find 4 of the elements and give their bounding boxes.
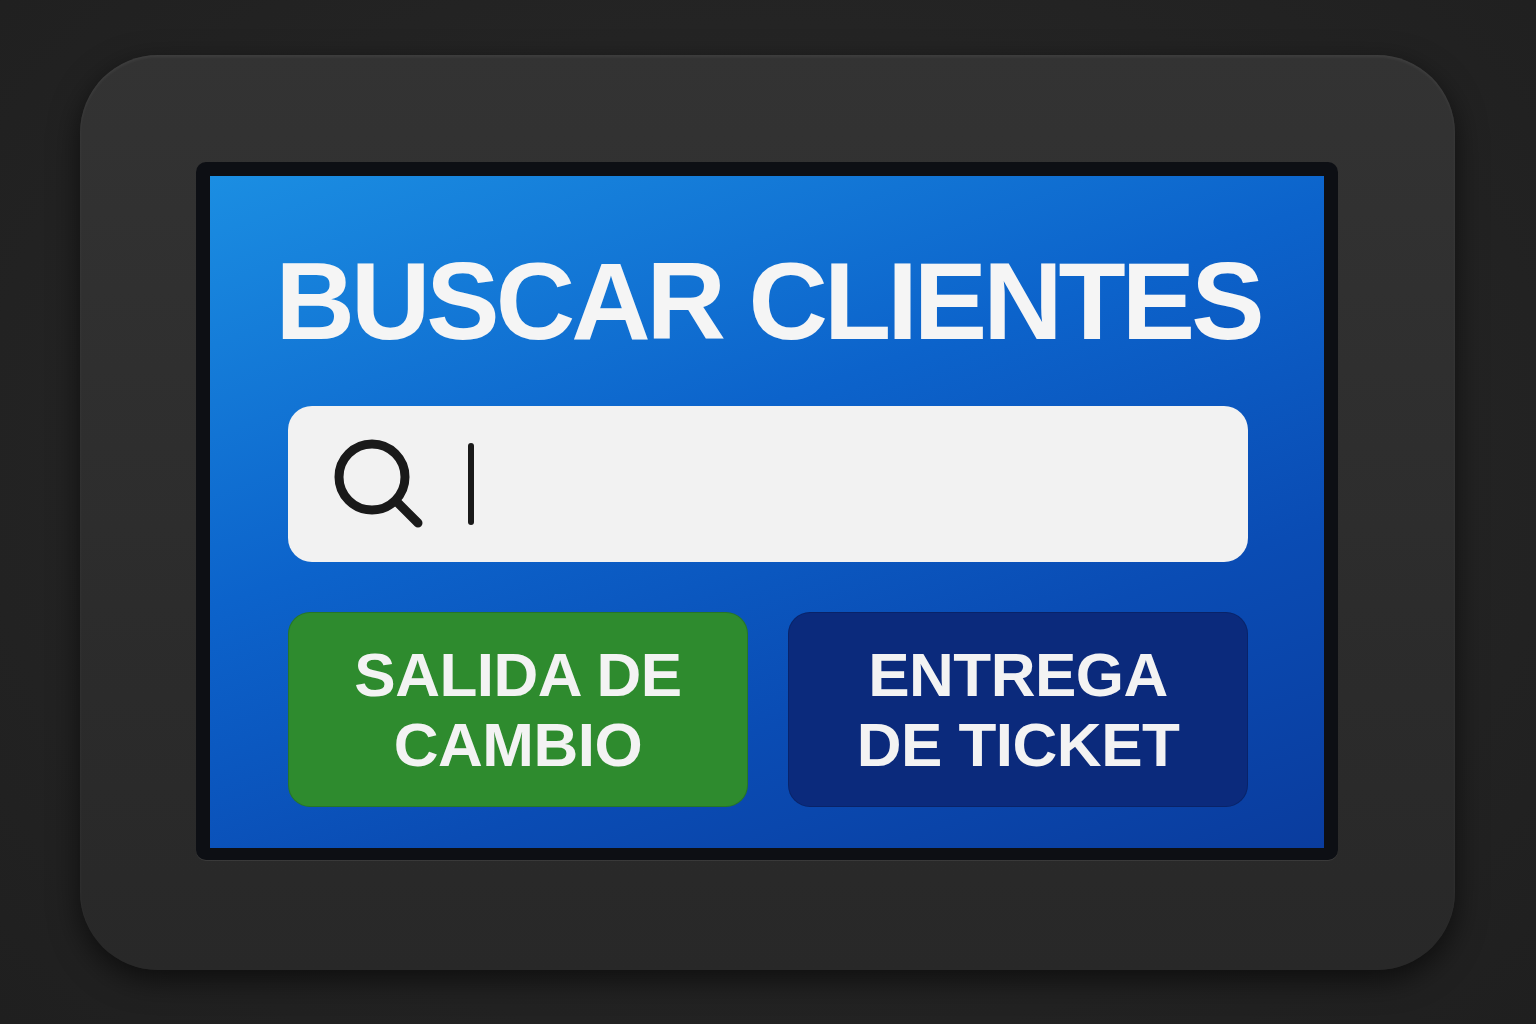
search-field[interactable] (288, 406, 1248, 562)
screen-title: BUSCAR CLIENTES (275, 246, 1261, 356)
action-button[interactable]: SALIDA DE CAMBIO (288, 612, 748, 807)
action-button[interactable]: ENTREGA DE TICKET (788, 612, 1248, 807)
